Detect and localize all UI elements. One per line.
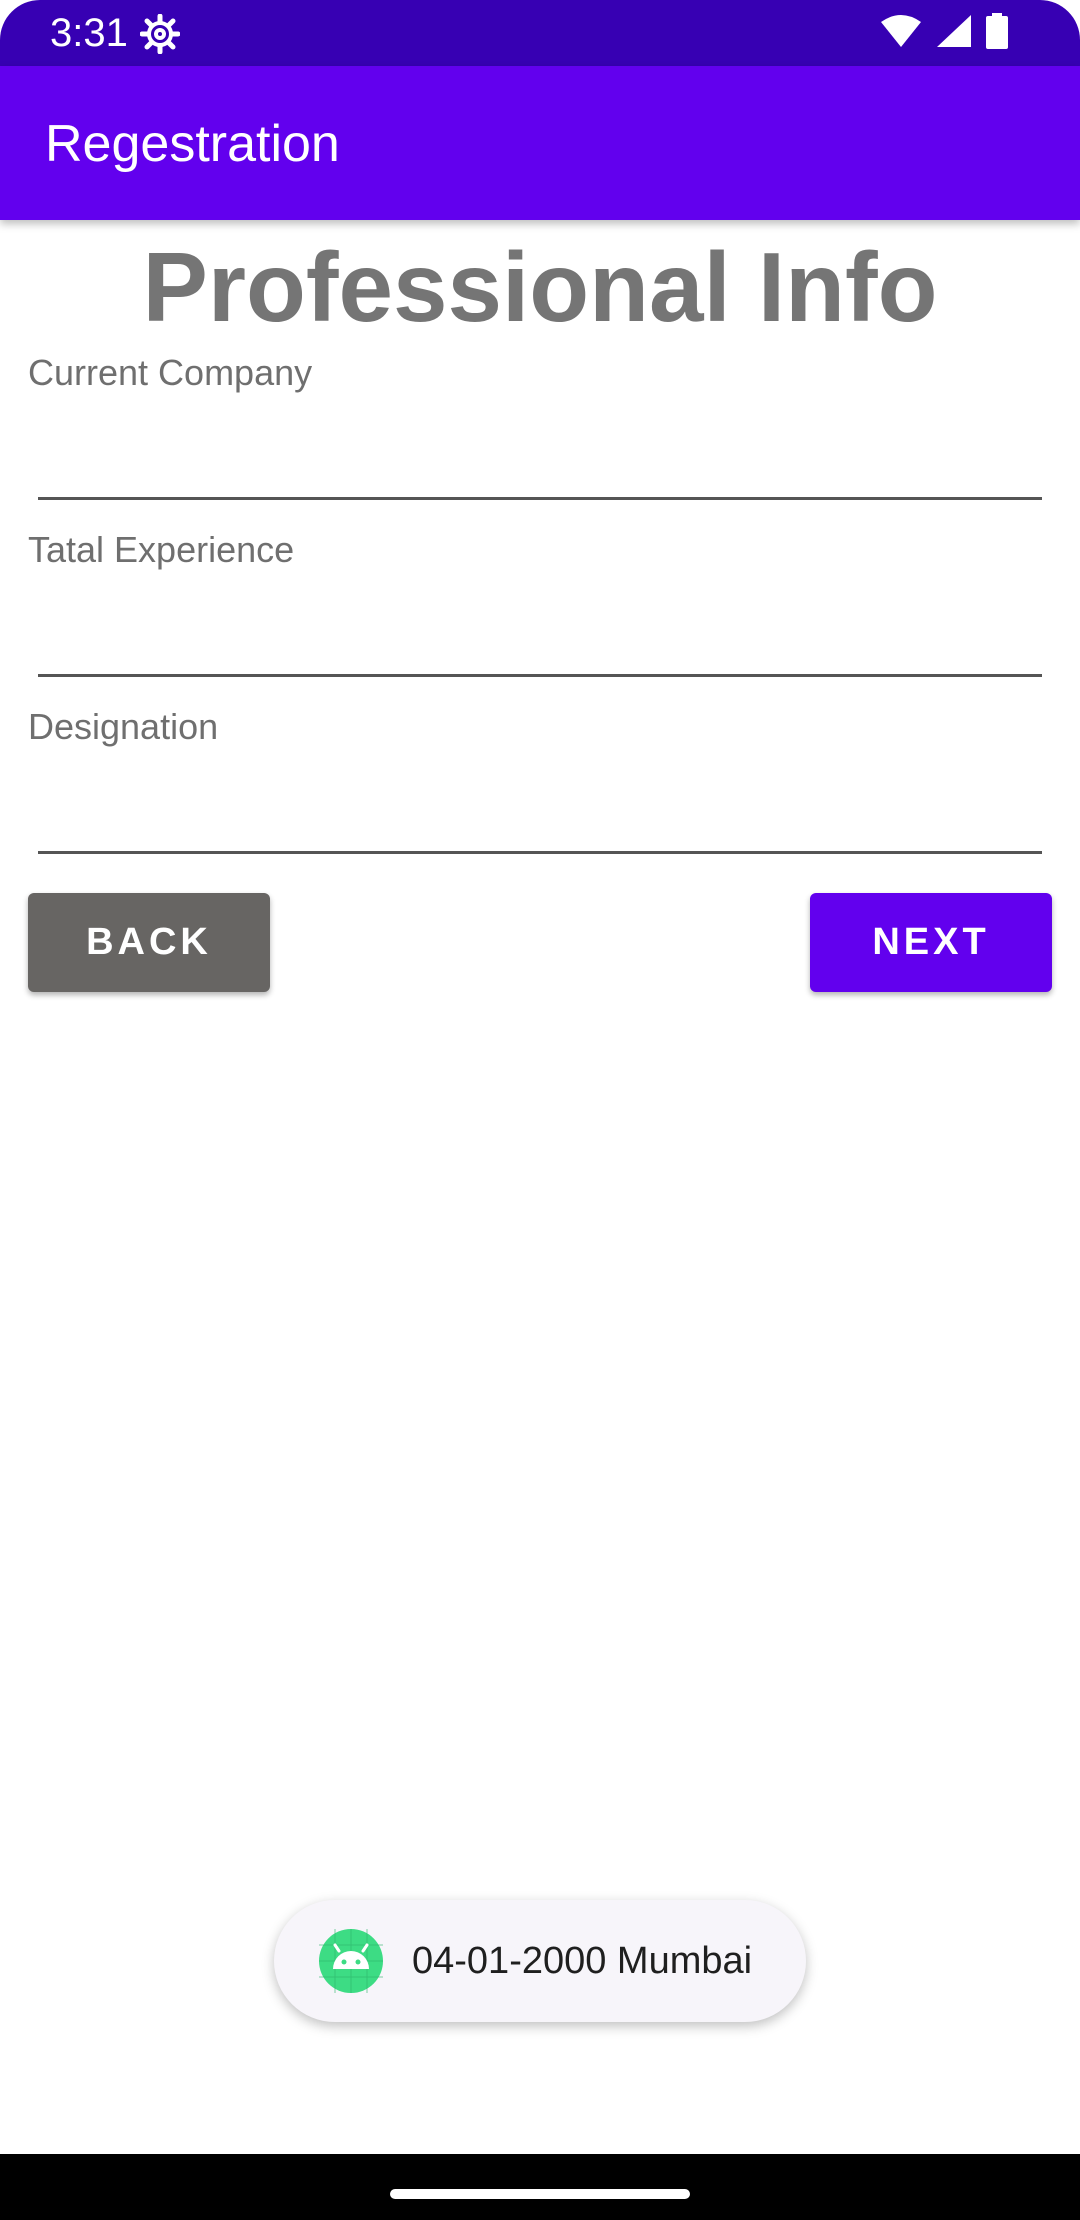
navigation-bar [0, 2154, 1080, 2220]
status-time: 3:31 [50, 11, 128, 55]
android-icon [319, 1929, 383, 1993]
wifi-icon [880, 14, 922, 53]
home-gesture-handle[interactable] [390, 2189, 690, 2199]
settings-gear-icon [139, 13, 181, 55]
back-button[interactable]: BACK [28, 893, 270, 992]
next-button[interactable]: NEXT [810, 893, 1052, 992]
app-title: Regestration [45, 115, 340, 173]
toast: 04-01-2000 Mumbai [274, 1900, 806, 2022]
app-bar: Regestration [0, 66, 1080, 220]
toast-message: 04-01-2000 Mumbai [412, 1940, 753, 1982]
status-bar: 3:31 [0, 0, 1080, 66]
total-experience-label: Tatal Experience [28, 529, 295, 570]
designation-input[interactable] [38, 774, 1042, 854]
current-company-label: Current Company [28, 352, 313, 393]
total-experience-input[interactable] [38, 597, 1042, 677]
cellular-signal-icon [936, 14, 972, 53]
current-company-input[interactable] [38, 420, 1042, 500]
status-icons [880, 12, 1008, 54]
page-title: Professional Info [142, 232, 938, 342]
designation-label: Designation [28, 706, 219, 747]
battery-icon [986, 12, 1008, 54]
